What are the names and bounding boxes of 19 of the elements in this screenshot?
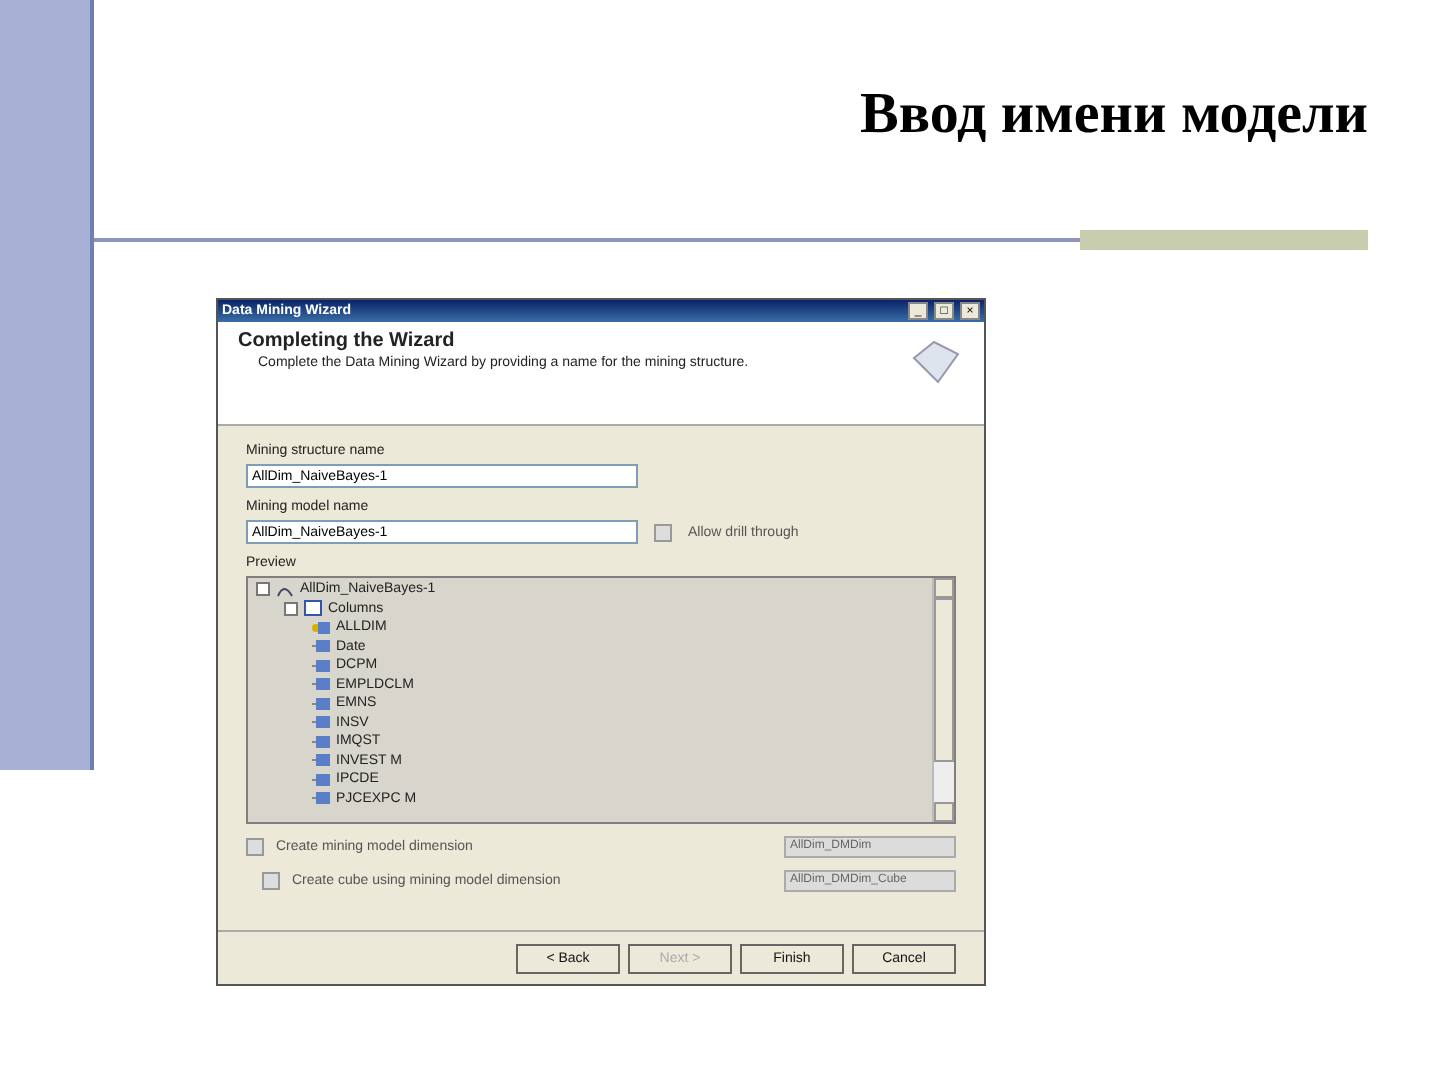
column-icon [312,657,330,674]
column-icon [312,752,330,769]
column-icon [312,695,330,712]
column-icon [312,733,330,750]
column-icon [312,676,330,693]
header-title: Completing the Wizard [238,330,457,352]
checkbox[interactable] [246,838,264,856]
checkbox[interactable] [262,872,280,890]
key-column-icon [312,619,330,636]
column-icon [312,771,330,788]
columns-icon [304,600,322,617]
expander-icon[interactable] [284,601,298,616]
column-icon [312,714,330,731]
expander-icon[interactable] [256,582,270,597]
slide-title: Ввод имени модели [860,82,1368,148]
scrollbar[interactable] [932,578,954,822]
checkbox[interactable] [654,523,672,541]
column-icon [312,790,330,807]
column-icon [312,638,330,655]
